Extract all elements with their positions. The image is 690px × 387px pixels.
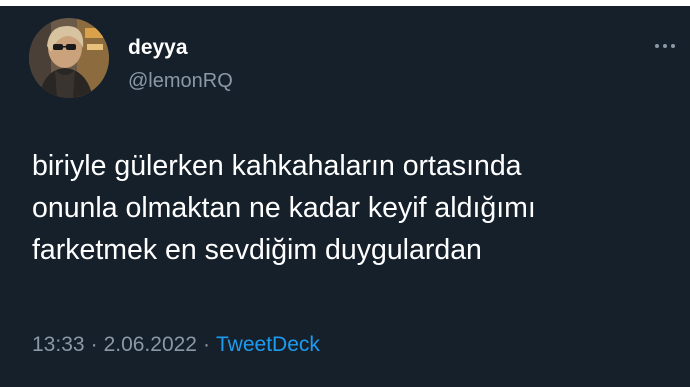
display-name[interactable]: deyya [128,36,188,60]
separator: · [203,333,210,356]
avatar-image [29,18,109,98]
tweet-card: deyya @lemonRQ biriyle gülerken kahkahal… [0,6,690,387]
tweet-text: biriyle gülerken kahkahaların ortasında … [32,150,536,266]
dot [671,44,675,48]
separator: · [90,333,98,356]
tweet-date[interactable]: 2.06.2022 [104,333,197,356]
more-dots-icon[interactable] [650,36,680,56]
tweet-meta: 13:33 · 2.06.2022 · TweetDeck [32,332,320,358]
avatar[interactable] [29,18,109,98]
tweet-time[interactable]: 13:33 [32,333,85,356]
tweet-source-link[interactable]: TweetDeck [216,333,320,356]
username-handle[interactable]: @lemonRQ [128,69,233,93]
dot [655,44,659,48]
dot [663,44,667,48]
